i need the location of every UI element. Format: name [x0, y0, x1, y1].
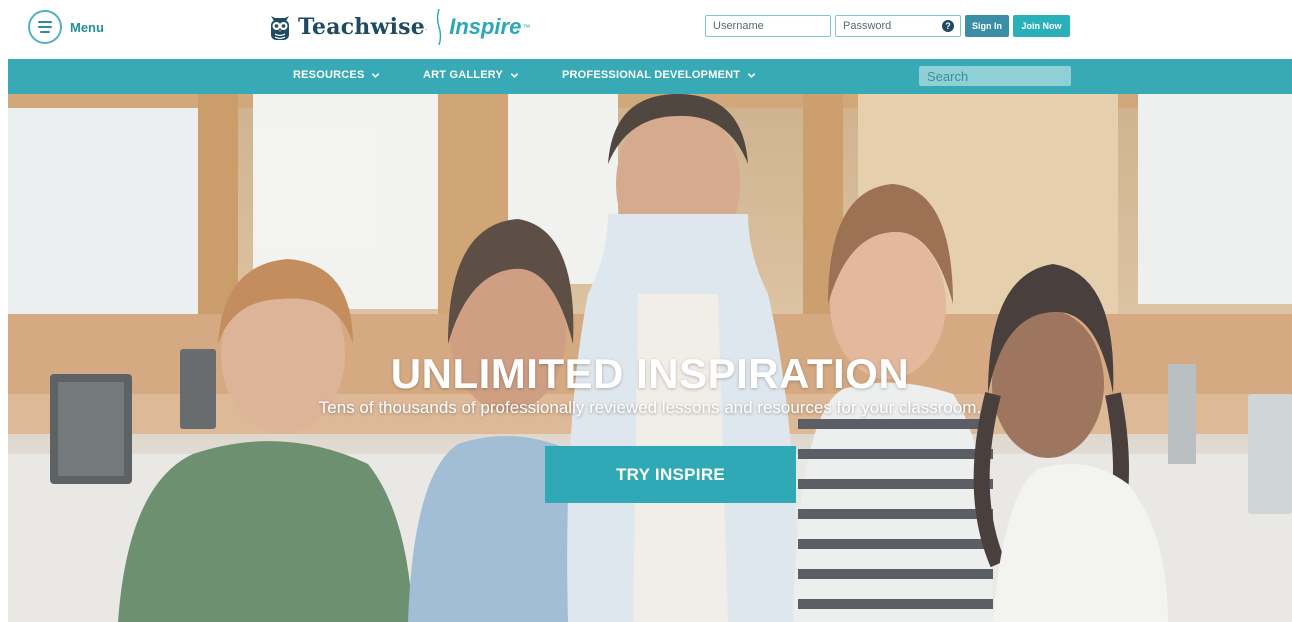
logo-divider-icon [437, 9, 442, 45]
hero-subtitle: Tens of thousands of professionally revi… [318, 398, 982, 417]
nav-item-label: ART GALLERY [423, 69, 504, 81]
search-input[interactable] [919, 68, 1111, 84]
login-form: ? Sign In Join Now [705, 15, 1070, 37]
owl-icon [271, 16, 289, 40]
teachwise-inspire-logo[interactable]: Teachwise . Inspire ™ [268, 6, 530, 48]
chevron-down-icon [372, 72, 380, 78]
nav-item-professional-development[interactable]: PROFESSIONAL DEVELOPMENT [562, 69, 756, 81]
logo-brand-mark: . [424, 22, 428, 32]
logo-product-text: Inspire [449, 14, 522, 39]
menu-button[interactable]: Menu [28, 10, 104, 44]
logo-trademark: ™ [522, 22, 531, 32]
sign-in-button[interactable]: Sign In [965, 15, 1009, 37]
hero-title: UNLIMITED INSPIRATION [390, 350, 910, 397]
logo-brand-text: Teachwise [298, 14, 425, 40]
search-box [919, 66, 1111, 86]
site-header: Menu Teachwise . Inspire ™ ? Sign In Joi… [0, 0, 1292, 58]
menu-label: Menu [70, 19, 104, 35]
join-now-button[interactable]: Join Now [1013, 15, 1070, 37]
nav-item-label: RESOURCES [293, 69, 365, 81]
try-inspire-button[interactable]: TRY INSPIRE [545, 446, 796, 503]
nav-item-label: PROFESSIONAL DEVELOPMENT [562, 69, 741, 81]
username-field[interactable] [705, 15, 831, 37]
main-nav: RESOURCES ART GALLERY PROFESSIONAL DEVEL… [8, 59, 1292, 94]
nav-item-art-gallery[interactable]: ART GALLERY [423, 69, 519, 81]
hamburger-icon [28, 10, 62, 44]
password-wrap: ? [835, 15, 961, 37]
chevron-down-icon [747, 72, 756, 78]
chevron-down-icon [510, 72, 519, 78]
question-icon[interactable]: ? [942, 20, 954, 32]
nav-item-resources[interactable]: RESOURCES [293, 69, 380, 81]
hero-banner: UNLIMITED INSPIRATION Tens of thousands … [8, 94, 1292, 622]
